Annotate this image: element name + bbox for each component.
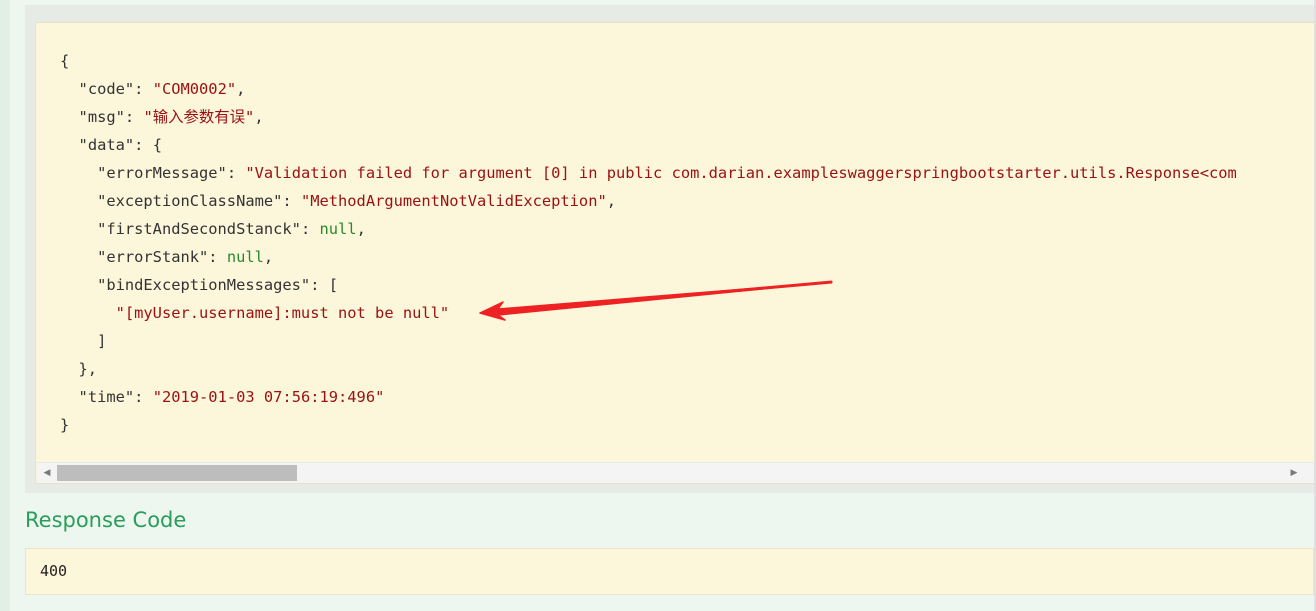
scroll-left-icon[interactable]: ◀: [41, 467, 53, 479]
horizontal-scrollbar[interactable]: ◀ ▶: [37, 462, 1315, 483]
response-code-value: 400: [40, 562, 68, 580]
bind-exception-message: "[myUser.username]:must not be null": [115, 304, 450, 322]
left-gutter: [0, 0, 10, 611]
response-code-title: Response Code: [25, 508, 187, 532]
scroll-right-icon[interactable]: ▶: [1288, 467, 1300, 479]
scrollbar-thumb[interactable]: [57, 465, 297, 481]
response-code-box: 400: [25, 548, 1314, 595]
response-body-code-box[interactable]: { "code": "COM0002", "msg": "输入参数有误", "d…: [35, 22, 1316, 484]
response-body-json: { "code": "COM0002", "msg": "输入参数有误", "d…: [60, 52, 1237, 434]
